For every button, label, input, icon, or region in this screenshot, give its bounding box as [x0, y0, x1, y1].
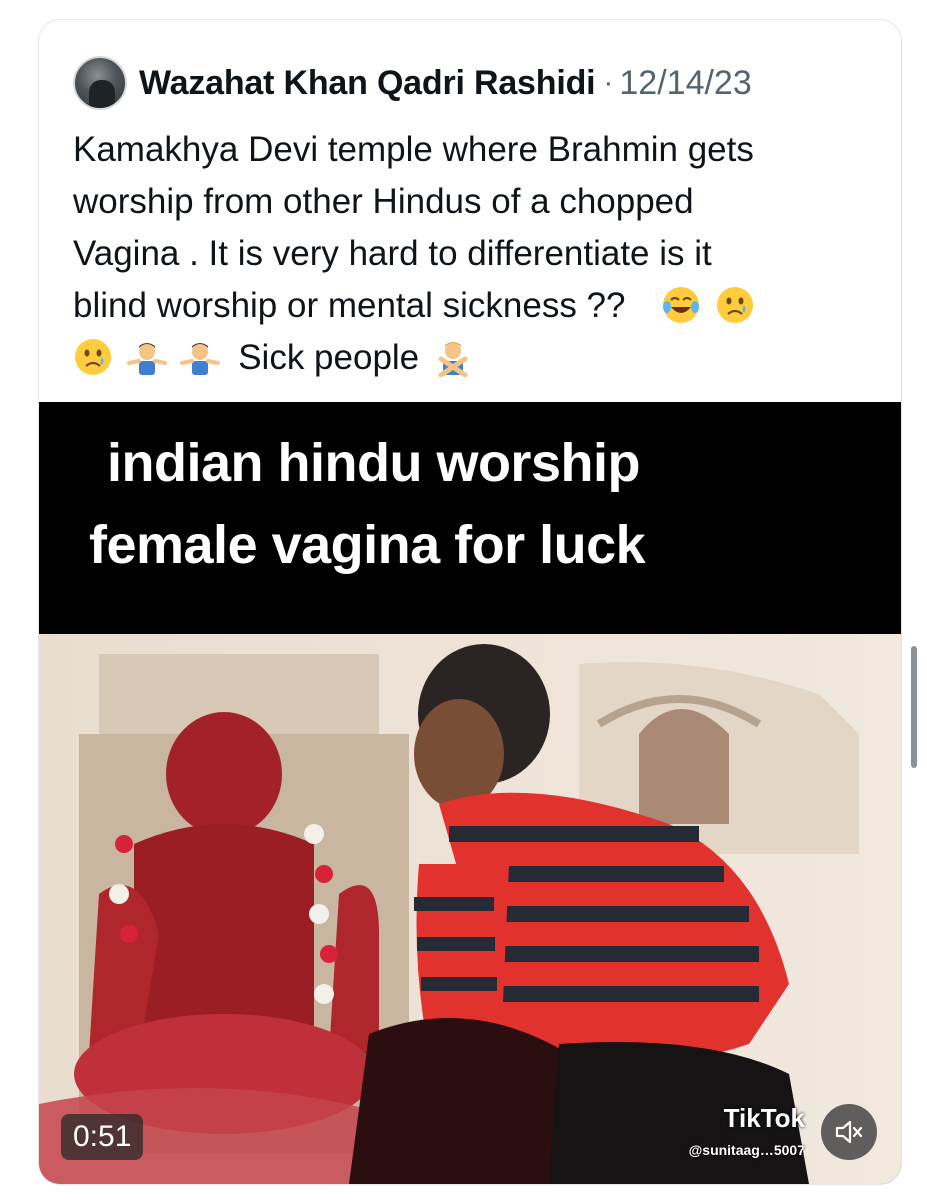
sick-people-text: Sick people: [238, 338, 420, 377]
tweet-text-line-4: blind worship or mental sickness ??: [73, 280, 873, 332]
crying-face-icon: [75, 339, 111, 375]
video-player[interactable]: indian hindu worship female vagina for l…: [39, 402, 901, 1184]
separator-dot: ·: [603, 66, 614, 99]
tweet-text-line: Kamakhya Devi temple where Brahmin gets: [73, 130, 754, 169]
tiktok-watermark: @sunitaag…5007: [688, 1142, 805, 1158]
video-frame-illustration: [39, 634, 901, 1184]
tweet-text-line-5: Sick people: [73, 332, 873, 384]
man-shrugging-icon: [180, 343, 221, 375]
tweet-header: Wazahat Khan Qadri Rashidi · 12/14/23: [73, 56, 871, 110]
tweet-text-line: worship from other Hindus of a chopped: [73, 182, 694, 221]
video-caption-line-2: female vagina for luck: [89, 515, 646, 575]
mute-button[interactable]: [821, 1104, 877, 1160]
tweet-text-line: Vagina . It is very hard to differentiat…: [73, 234, 712, 273]
face-with-tears-of-joy-icon: [663, 287, 700, 323]
man-shrugging-icon: [126, 343, 167, 375]
video-duration: 0:51: [61, 1114, 144, 1160]
tweet-text-line: blind worship or mental sickness ??: [73, 286, 626, 325]
video-frame: [39, 634, 901, 1184]
page-scrollbar[interactable]: [911, 646, 917, 768]
video-caption-band: indian hindu worship female vagina for l…: [39, 402, 901, 634]
avatar[interactable]: [73, 56, 127, 110]
crying-face-icon: [716, 287, 753, 323]
author-name[interactable]: Wazahat Khan Qadri Rashidi: [139, 64, 596, 103]
tiktok-logo: TikTok: [723, 1103, 805, 1133]
post-date[interactable]: 12/14/23: [619, 64, 751, 103]
tweet-card[interactable]: Wazahat Khan Qadri Rashidi · 12/14/23 Ka…: [38, 19, 902, 1185]
man-gesturing-no-icon: [438, 342, 468, 377]
speaker-muted-icon: [835, 1120, 863, 1144]
tweet-text: Kamakhya Devi temple where Brahmin gets …: [73, 124, 873, 384]
video-caption-line-1: indian hindu worship: [107, 433, 640, 493]
